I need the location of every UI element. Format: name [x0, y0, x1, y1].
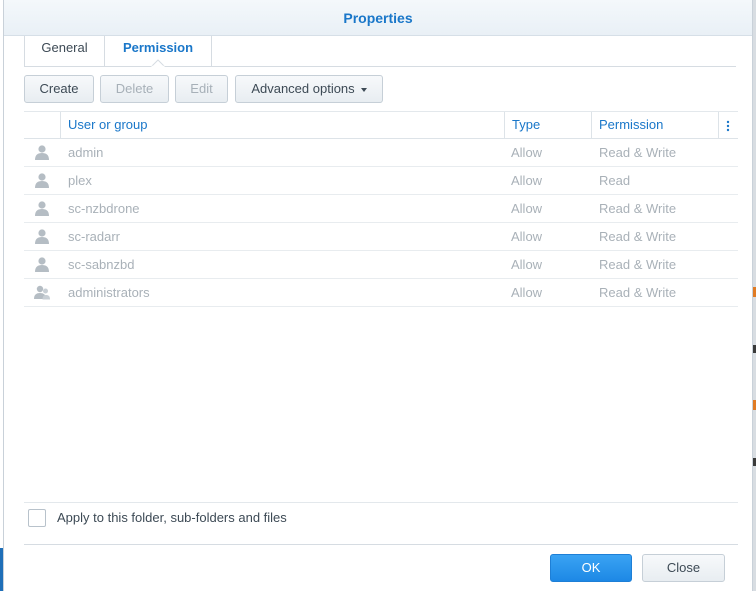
row-permission: Read & Write	[599, 145, 677, 160]
tab-bar: General Permission	[24, 36, 736, 67]
tab-general[interactable]: General	[24, 36, 105, 66]
row-permission: Read	[599, 173, 631, 188]
apply-checkbox-label: Apply to this folder, sub-folders and fi…	[57, 510, 287, 525]
row-user-name: plex	[68, 173, 92, 188]
user-icon	[35, 201, 49, 216]
permission-grid: User or group Type Permission admin Allo…	[24, 111, 738, 307]
active-tab-caret-icon	[151, 59, 165, 67]
row-permission: Read & Write	[599, 257, 677, 272]
row-permission: Read & Write	[599, 229, 677, 244]
group-icon	[34, 285, 50, 300]
row-user-name: sc-nzbdrone	[68, 201, 140, 216]
dialog-title: Properties	[4, 0, 752, 36]
table-row[interactable]: sc-nzbdrone Allow Read & Write	[24, 195, 738, 223]
table-row[interactable]: plex Allow Read	[24, 167, 738, 195]
column-user-or-group[interactable]: User or group	[68, 112, 147, 139]
properties-dialog: Properties General Permission Create Del…	[3, 0, 753, 591]
row-user-name: administrators	[68, 285, 150, 300]
user-icon	[35, 257, 49, 272]
delete-button[interactable]: Delete	[100, 75, 169, 103]
advanced-options-label: Advanced options	[251, 81, 355, 96]
row-user-name: admin	[68, 145, 104, 160]
user-icon	[35, 229, 49, 244]
row-permission: Read & Write	[599, 201, 677, 216]
divider	[24, 502, 738, 503]
user-icon	[35, 145, 49, 160]
row-type: Allow	[511, 201, 543, 216]
row-type: Allow	[511, 229, 543, 244]
row-user-name: sc-radarr	[68, 229, 121, 244]
table-row[interactable]: sc-sabnzbd Allow Read & Write	[24, 251, 738, 279]
row-type: Allow	[511, 145, 543, 160]
apply-checkbox[interactable]	[28, 509, 46, 527]
divider	[24, 544, 738, 545]
row-type: Allow	[511, 257, 543, 272]
close-button[interactable]: Close	[642, 554, 725, 582]
table-row[interactable]: sc-radarr Allow Read & Write	[24, 223, 738, 251]
edit-button[interactable]: Edit	[175, 75, 228, 103]
advanced-options-button[interactable]: Advanced options	[235, 75, 383, 103]
row-permission: Read & Write	[599, 285, 677, 300]
chevron-down-icon	[360, 87, 367, 92]
column-menu-icon[interactable]	[720, 112, 736, 139]
user-icon	[35, 173, 49, 188]
table-row[interactable]: admin Allow Read & Write	[24, 139, 738, 167]
create-button[interactable]: Create	[24, 75, 94, 103]
column-type[interactable]: Type	[512, 112, 540, 139]
ok-button[interactable]: OK	[550, 554, 632, 582]
row-user-name: sc-sabnzbd	[68, 257, 135, 272]
column-permission[interactable]: Permission	[599, 112, 663, 139]
grid-header: User or group Type Permission	[24, 111, 738, 139]
table-row[interactable]: administrators Allow Read & Write	[24, 279, 738, 307]
row-type: Allow	[511, 173, 543, 188]
row-type: Allow	[511, 285, 543, 300]
